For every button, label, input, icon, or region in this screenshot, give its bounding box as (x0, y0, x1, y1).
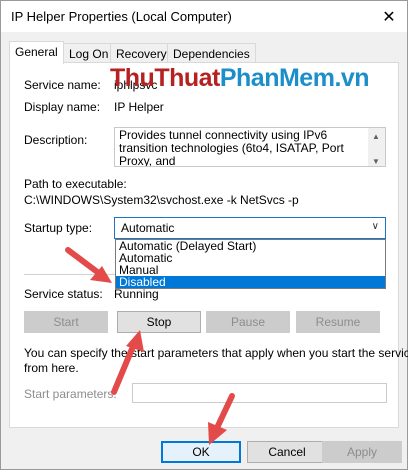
stop-button-label: Stop (146, 315, 172, 329)
close-button[interactable]: ✕ (371, 1, 407, 32)
help-text-line-1: You can specify the start parameters tha… (24, 346, 408, 360)
description-text: Provides tunnel connectivity using IPv6 … (119, 128, 344, 167)
start-parameters-input[interactable] (132, 383, 387, 403)
start-parameters-label: Start parameters: (24, 387, 117, 401)
watermark-logo: ThuThuatPhanMem.vn (110, 64, 370, 93)
path-label: Path to executable: (24, 177, 127, 191)
tab-general[interactable]: General (9, 41, 64, 64)
tab-log-on[interactable]: Log On (63, 43, 115, 63)
startup-type-label: Startup type: (24, 221, 93, 235)
service-status-label: Service status: (24, 287, 103, 301)
option-disabled[interactable]: Disabled (116, 276, 385, 288)
startup-type-dropdown: Automatic (Delayed Start) Automatic Manu… (115, 239, 386, 289)
general-panel: Service name: iphlpsvc Display name: IP … (9, 62, 408, 428)
scroll-down-icon[interactable]: ▼ (372, 155, 380, 166)
tab-dependencies[interactable]: Dependencies (167, 43, 256, 63)
cancel-button[interactable]: Cancel (247, 441, 327, 463)
display-name-label: Display name: (24, 100, 101, 114)
startup-type-select[interactable]: Automatic ∨ (114, 217, 386, 239)
stop-button[interactable]: Stop (117, 311, 201, 333)
help-text-line-2: from here. (24, 361, 79, 375)
tab-general-label: General (15, 45, 58, 59)
ok-button[interactable]: OK (161, 441, 241, 463)
pause-button[interactable]: Pause (206, 311, 290, 333)
pause-button-label: Pause (230, 315, 266, 329)
display-name-value: IP Helper (114, 100, 164, 114)
watermark-part-1: ThuThuat (110, 64, 220, 92)
apply-button[interactable]: Apply (322, 441, 402, 463)
path-value: C:\WINDOWS\System32\svchost.exe -k NetSv… (24, 193, 299, 207)
startup-type-value: Automatic (121, 221, 175, 235)
start-button-label: Start (53, 315, 79, 329)
service-name-label: Service name: (24, 78, 101, 92)
resume-button-label: Resume (315, 315, 361, 329)
description-scrollbar[interactable]: ▲ ▼ (368, 128, 385, 166)
window-title: IP Helper Properties (Local Computer) (11, 9, 232, 24)
description-label: Description: (24, 133, 88, 147)
title-bar: IP Helper Properties (Local Computer) ✕ (1, 1, 407, 32)
scroll-up-icon[interactable]: ▲ (372, 130, 380, 143)
apply-button-label: Apply (346, 445, 378, 459)
resume-button[interactable]: Resume (296, 311, 380, 333)
watermark-part-2: PhanMem (219, 64, 335, 92)
tab-recovery-label: Recovery (116, 47, 167, 61)
cancel-button-label: Cancel (268, 445, 306, 459)
watermark-part-3: .vn (334, 64, 370, 92)
ok-button-label: OK (192, 445, 210, 459)
close-icon: ✕ (382, 8, 396, 26)
tab-recovery[interactable]: Recovery (110, 43, 173, 63)
start-button[interactable]: Start (24, 311, 108, 333)
description-box[interactable]: Provides tunnel connectivity using IPv6 … (114, 127, 386, 167)
tab-log-on-label: Log On (69, 47, 109, 61)
tab-dependencies-label: Dependencies (173, 47, 250, 61)
chevron-down-icon: ∨ (371, 221, 379, 232)
service-status-value: Running (114, 287, 159, 301)
